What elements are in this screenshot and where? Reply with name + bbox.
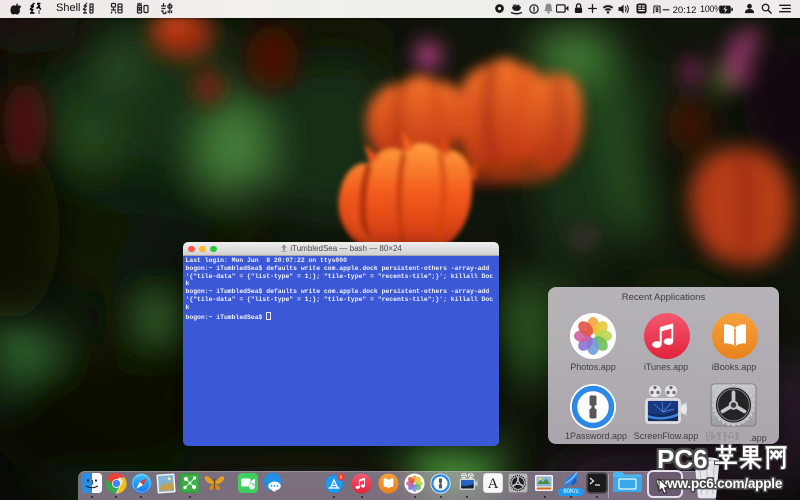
svg-text:A: A <box>488 476 499 492</box>
svg-text:5: 5 <box>340 475 343 481</box>
